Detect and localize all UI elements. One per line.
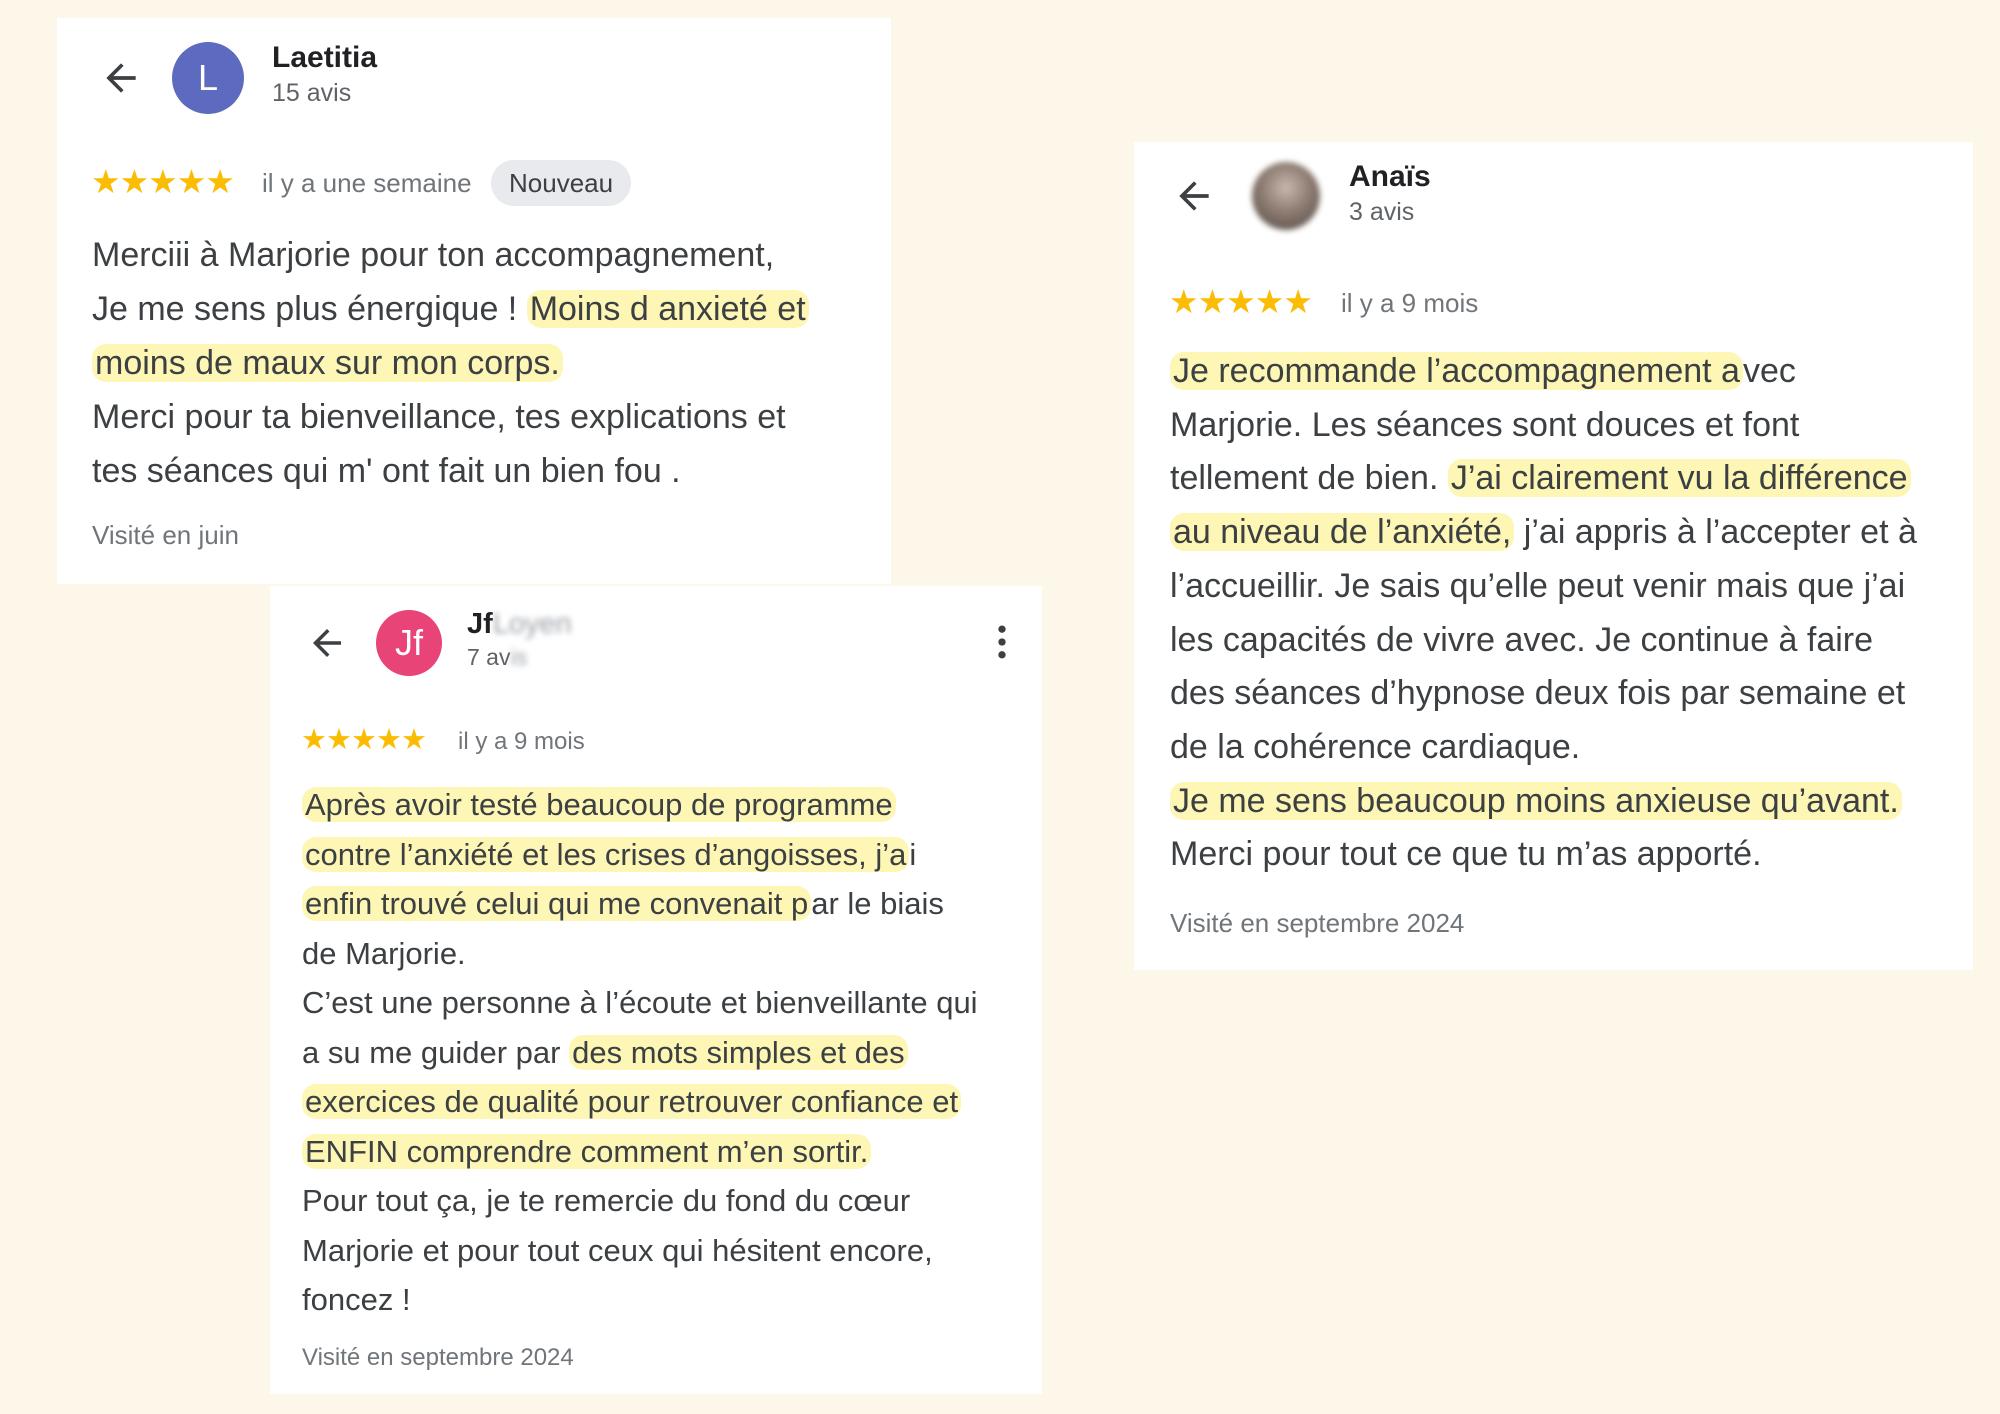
review-line: tellement de bien. J’ai clairement vu la…	[1170, 452, 1917, 506]
review-line: des séances d’hypnose deux fois par sema…	[1170, 674, 1906, 713]
review-line: Je recommande l’accompagnement avec	[1170, 345, 1917, 399]
review-line: Merci pour tout ce que tu m’as apporté.	[1170, 835, 1762, 874]
avatar[interactable]: L	[172, 42, 244, 114]
highlight: ENFIN comprendre comment m’en sortir.	[302, 1133, 872, 1169]
review-count[interactable]: 15 avis	[272, 79, 351, 108]
back-arrow-icon[interactable]	[1172, 174, 1216, 218]
reviewer-name[interactable]: Laetitia	[272, 41, 377, 75]
highlight: Moins d anxieté et	[526, 290, 809, 328]
review-line: ENFIN comprendre comment m’en sortir.	[302, 1127, 978, 1177]
avatar-letter: Jf	[394, 622, 423, 663]
review-line: Marjorie. Les séances sont douces et fon…	[1170, 405, 1800, 444]
review-line: Merciii à Marjorie pour ton accompagneme…	[92, 236, 775, 274]
visited-date: Visité en juin	[92, 520, 239, 550]
new-badge: Nouveau	[491, 160, 632, 206]
review-line: Je me sens plus énergique ! Moins d anxi…	[92, 282, 809, 336]
highlight: J’ai clairement vu la différence	[1447, 459, 1911, 498]
review-date: il y a 9 mois	[1341, 288, 1479, 318]
highlight: moins de maux sur mon corps.	[92, 344, 563, 382]
review-date: il y a 9 mois	[458, 728, 585, 755]
review-line: moins de maux sur mon corps.	[92, 336, 809, 390]
review-line: Je me sens beaucoup moins anxieuse qu’av…	[1170, 775, 1917, 829]
highlight: Je me sens beaucoup moins anxieuse qu’av…	[1170, 781, 1902, 820]
back-arrow-icon[interactable]	[306, 622, 348, 664]
review-text: Merciii à Marjorie pour ton accompagneme…	[92, 228, 809, 498]
review-line: Marjorie et pour tout ceux qui hésitent …	[302, 1232, 933, 1268]
avatar[interactable]: Jf	[376, 610, 442, 676]
reviewer-name[interactable]: Anaïs	[1349, 160, 1431, 194]
review-text: Après avoir testé beaucoup de programme …	[302, 780, 978, 1325]
review-line: foncez !	[302, 1282, 411, 1317]
review-line: enfin trouvé celui qui me convenait par …	[302, 879, 978, 929]
review-line: Pour tout ça, je te remercie du fond du …	[302, 1183, 911, 1218]
review-text: Je recommande l’accompagnement avec Marj…	[1170, 345, 1917, 882]
blurred-surname: Loyen	[492, 608, 572, 640]
review-line: les capacités de vivre avec. Je continue…	[1170, 620, 1874, 659]
reviewer-name[interactable]: JfLoyen	[467, 608, 572, 641]
review-line: au niveau de l’anxiété, j’ai appris à l’…	[1170, 506, 1917, 560]
highlight: des mots simples et des	[569, 1034, 908, 1070]
highlight: Je recommande l’accompagnement a	[1170, 352, 1743, 390]
highlight: enfin trouvé celui qui me convenait p	[302, 886, 812, 921]
review-line: C’est une personne à l’écoute et bienvei…	[302, 985, 978, 1020]
review-card-laetitia: L Laetitia 15 avis ★★★★★ il y a une sema…	[57, 18, 891, 584]
star-rating: ★★★★★	[301, 724, 427, 756]
highlight: Après avoir testé beaucoup de programme	[302, 787, 896, 822]
review-card-anais: Anaïs 3 avis ★★★★★ il y a 9 mois Je reco…	[1134, 142, 1973, 970]
review-date: il y a une semaine	[262, 168, 472, 198]
review-line: a su me guider par des mots simples et d…	[302, 1028, 978, 1078]
review-line: Après avoir testé beaucoup de programme	[302, 780, 978, 830]
review-line: contre l’anxiété et les crises d’angoiss…	[302, 830, 978, 880]
review-card-jf: Jf JfLoyen 7 avis ★★★★★ il y a 9 mois Ap…	[270, 586, 1042, 1394]
back-arrow-icon[interactable]	[99, 56, 143, 100]
more-vert-icon[interactable]	[980, 620, 1024, 664]
highlight: contre l’anxiété et les crises d’angoiss…	[302, 836, 910, 872]
review-line: de Marjorie.	[302, 935, 466, 971]
visited-date: Visité en septembre 2024	[1170, 908, 1465, 938]
avatar-letter: L	[197, 57, 219, 98]
review-line: tes séances qui m' ont fait un bien fou …	[92, 452, 681, 490]
review-count[interactable]: 3 avis	[1349, 198, 1414, 227]
visited-date: Visité en septembre 2024	[302, 1344, 574, 1371]
review-line: exercices de qualité pour retrouver conf…	[302, 1077, 978, 1127]
star-rating: ★★★★★	[91, 163, 235, 200]
highlight: exercices de qualité pour retrouver conf…	[302, 1084, 962, 1119]
highlight: au niveau de l’anxiété,	[1170, 513, 1515, 552]
review-line: Merci pour ta bienveillance, tes explica…	[92, 398, 786, 436]
profile-photo-icon[interactable]	[1252, 162, 1320, 230]
star-rating: ★★★★★	[1169, 283, 1313, 320]
review-line: de la cohérence cardiaque.	[1170, 727, 1581, 766]
review-count[interactable]: 7 avis	[467, 644, 527, 671]
blurred-text: is	[510, 644, 528, 670]
review-line: l’accueillir. Je sais qu’elle peut venir…	[1170, 566, 1906, 605]
